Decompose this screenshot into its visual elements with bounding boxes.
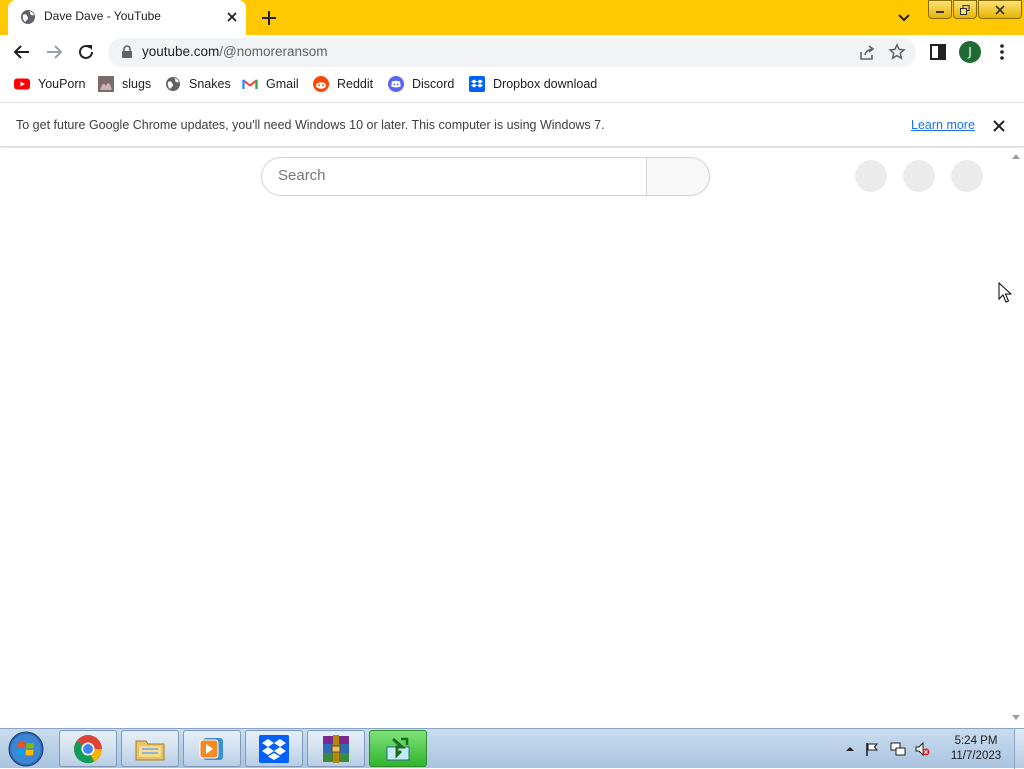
restore-icon [960, 4, 970, 15]
browser-toolbar: youtube.com/@nomoreransom [0, 35, 1024, 69]
restore-button[interactable] [953, 0, 977, 19]
globe-icon [21, 10, 35, 24]
taskbar-media-player[interactable] [183, 730, 241, 767]
taskbar-winrar[interactable] [307, 730, 365, 767]
image-thumbnail-icon [98, 76, 114, 92]
search-placeholder: Search [278, 167, 326, 184]
bookmark-label: Reddit [337, 77, 374, 91]
loading-icon-placeholder [855, 160, 887, 192]
taskbar-clock[interactable]: 5:24 PM 11/7/2023 [940, 734, 1012, 764]
bookmark-discord[interactable]: Discord [388, 75, 454, 93]
bookmark-label: YouPorn [38, 77, 86, 91]
infobar-message: To get future Google Chrome updates, you… [16, 118, 605, 132]
show-hidden-icons-arrow-icon[interactable] [842, 741, 858, 757]
chevron-down-icon[interactable] [893, 8, 915, 28]
loading-avatar-placeholder [951, 160, 983, 192]
url-text: youtube.com/@nomoreransom [142, 44, 328, 59]
clock-date: 11/7/2023 [950, 750, 1002, 762]
chrome-update-infobar: To get future Google Chrome updates, you… [0, 102, 1024, 147]
globe-icon [166, 77, 180, 91]
back-arrow-icon[interactable] [10, 40, 34, 64]
taskbar-chrome[interactable] [59, 730, 117, 767]
mouse-cursor-icon [998, 282, 1012, 303]
bookmark-label: slugs [122, 77, 152, 91]
bookmark-star-icon[interactable] [888, 43, 906, 61]
new-tab-icon[interactable] [258, 7, 280, 29]
youtube-page: Search [0, 148, 1008, 728]
youtube-red-icon [14, 78, 30, 90]
close-tab-icon[interactable] [224, 9, 240, 25]
bookmark-slugs[interactable]: slugs [98, 75, 151, 93]
reload-icon[interactable] [74, 40, 98, 64]
volume-muted-icon[interactable] [914, 741, 930, 757]
winrar-icon [323, 734, 349, 763]
bookmark-youporn[interactable]: YouPorn [14, 75, 86, 93]
close-window-button[interactable] [978, 0, 1022, 19]
taskbar-dropbox[interactable] [245, 730, 303, 767]
side-panel-icon[interactable] [926, 40, 950, 64]
windows-start-icon[interactable] [6, 730, 46, 768]
search-button[interactable] [646, 157, 710, 196]
url-path: /@nomoreransom [219, 44, 328, 59]
taskbar-download-manager[interactable] [369, 730, 427, 767]
dropbox-icon [469, 76, 485, 92]
tab-strip: Dave Dave - YouTube [0, 0, 1024, 35]
window-controls [926, 0, 1024, 19]
learn-more-link[interactable]: Learn more [911, 118, 975, 132]
network-icon[interactable] [890, 741, 906, 757]
clock-time: 5:24 PM [954, 735, 998, 747]
action-center-flag-icon[interactable] [864, 741, 880, 757]
share-icon[interactable] [858, 44, 876, 62]
bookmark-label: Gmail [266, 77, 299, 91]
dropbox-icon [259, 734, 289, 763]
show-desktop-button[interactable] [1014, 729, 1024, 769]
page-scrollbar[interactable] [1008, 148, 1024, 728]
loading-icon-placeholder [903, 160, 935, 192]
bookmark-label: Discord [412, 77, 455, 91]
close-icon[interactable] [992, 119, 1006, 133]
bookmark-label: Dropbox download [493, 77, 598, 91]
bookmark-dropbox-download[interactable]: Dropbox download [469, 75, 597, 93]
lock-icon[interactable] [120, 45, 134, 59]
forward-arrow-icon[interactable] [42, 40, 66, 64]
profile-avatar[interactable]: J [959, 41, 981, 63]
media-player-icon [199, 737, 223, 760]
download-manager-icon [386, 737, 410, 760]
close-icon [995, 4, 1005, 15]
chrome-icon [74, 734, 103, 763]
taskbar-file-explorer[interactable] [121, 730, 179, 767]
file-explorer-icon [135, 740, 165, 760]
tab-title: Dave Dave - YouTube [44, 9, 161, 23]
bookmark-label: Snakes [189, 77, 231, 91]
minimize-button[interactable] [928, 0, 952, 19]
minimize-icon [936, 10, 944, 13]
discord-icon [388, 76, 404, 92]
gmail-icon [242, 79, 258, 89]
scroll-up-arrow-icon[interactable] [1011, 152, 1021, 160]
bookmark-snakes[interactable]: Snakes [165, 75, 231, 93]
scroll-down-arrow-icon[interactable] [1011, 714, 1021, 722]
windows-taskbar: 5:24 PM 11/7/2023 [0, 728, 1024, 769]
search-input[interactable]: Search [261, 157, 647, 196]
browser-tab[interactable]: Dave Dave - YouTube [8, 0, 246, 35]
bookmarks-bar: YouPorn slugs Snakes Gmail Reddit Discor… [0, 69, 1024, 100]
more-menu-icon[interactable] [990, 40, 1014, 64]
url-host: youtube.com [142, 44, 220, 59]
bookmark-reddit[interactable]: Reddit [313, 75, 373, 93]
address-bar[interactable]: youtube.com/@nomoreransom [108, 38, 916, 67]
bookmark-gmail[interactable]: Gmail [242, 75, 299, 93]
reddit-icon [313, 76, 329, 92]
